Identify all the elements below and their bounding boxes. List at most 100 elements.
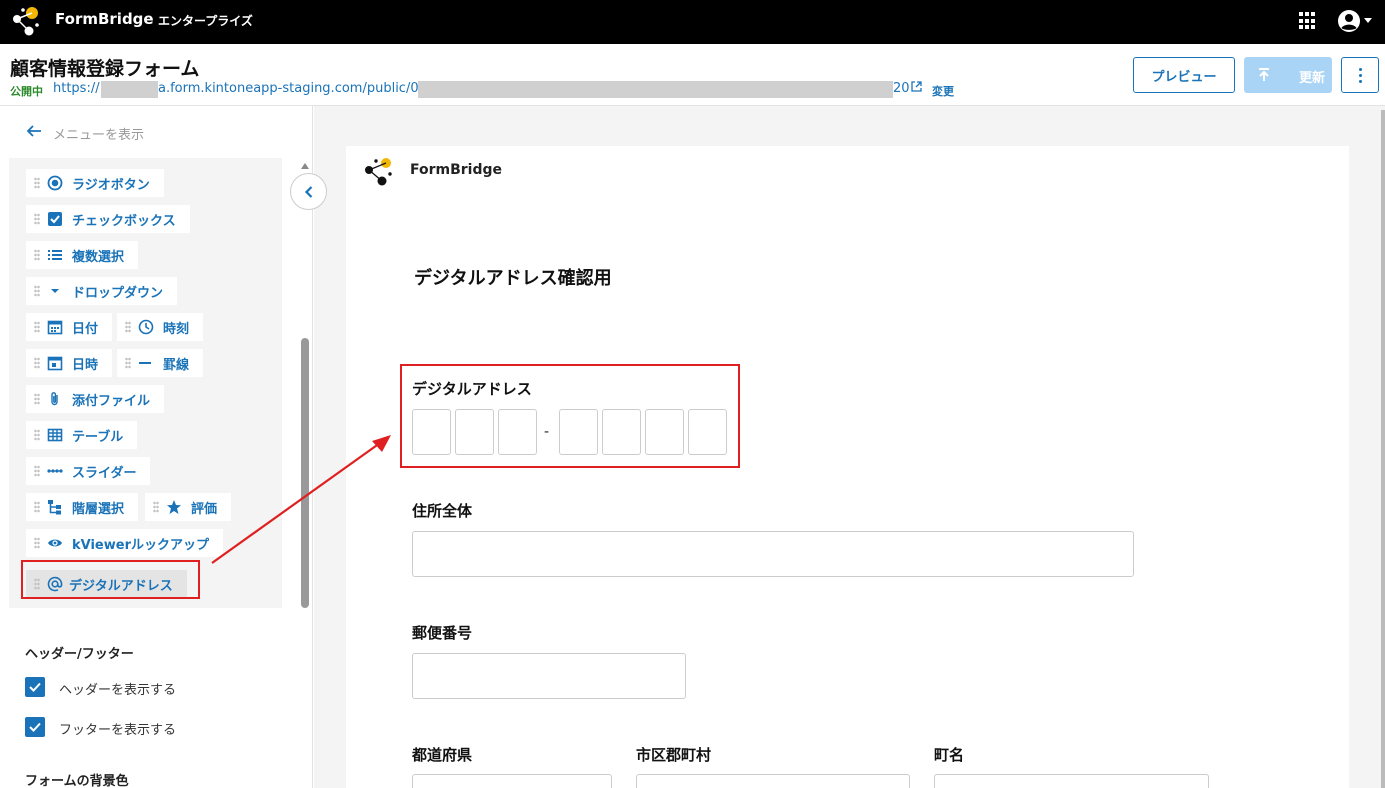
redacted-block <box>101 81 158 98</box>
field-item-label: ドロップダウン <box>72 285 164 301</box>
field-item-label: 日時 <box>72 357 99 373</box>
city-input[interactable] <box>636 774 910 788</box>
drag-handle-icon[interactable] <box>125 321 131 333</box>
edition-label: エンタープライズ <box>158 14 253 28</box>
field-item-checkbox[interactable]: チェックボックス <box>26 205 190 233</box>
slider-icon <box>47 469 63 473</box>
public-url-suffix[interactable]: 20 <box>893 81 922 96</box>
apps-grid-icon[interactable] <box>1299 12 1317 30</box>
url-suffix-text: 20 <box>893 81 910 96</box>
prefecture-label: 都道府県 <box>412 746 473 764</box>
town-label: 町名 <box>934 746 965 764</box>
external-link-icon[interactable] <box>910 81 922 92</box>
show-footer-checkbox[interactable] <box>25 717 45 737</box>
check-icon <box>29 682 41 692</box>
field-item-label: 添付ファイル <box>72 393 151 409</box>
field-item-label: 罫線 <box>163 357 190 373</box>
drag-handle-icon[interactable] <box>34 177 40 189</box>
user-account-icon[interactable] <box>1338 10 1360 32</box>
drag-handle-icon[interactable] <box>34 249 40 261</box>
field-item-rating[interactable]: 評価 <box>145 493 232 521</box>
update-button[interactable]: 更新 <box>1244 57 1332 93</box>
page-title: 顧客情報登録フォーム <box>10 58 200 80</box>
town-input[interactable] <box>934 774 1209 788</box>
table-icon <box>47 428 63 442</box>
preview-button[interactable]: プレビュー <box>1133 57 1235 93</box>
field-item-label: テーブル <box>72 429 124 445</box>
show-footer-label: フッターを表示する <box>59 723 177 738</box>
field-item-label: スライダー <box>72 465 137 481</box>
field-item-label: 評価 <box>191 501 218 517</box>
highlight-box-digital-address-field <box>400 364 740 468</box>
header-footer-heading: ヘッダー/フッター <box>25 647 134 662</box>
redacted-block <box>418 81 893 98</box>
drag-handle-icon[interactable] <box>153 501 159 513</box>
formbridge-logo-icon[interactable] <box>10 5 42 37</box>
hierarchy-icon <box>48 500 61 515</box>
drag-handle-icon[interactable] <box>34 429 40 441</box>
field-item-multi-select[interactable]: 複数選択 <box>26 241 139 269</box>
field-item-dropdown[interactable]: ドロップダウン <box>26 277 178 305</box>
form-background-heading: フォームの背景色 <box>25 774 129 788</box>
show-header-label: ヘッダーを表示する <box>59 683 177 698</box>
field-item-hierarchy[interactable]: 階層選択 <box>26 493 139 521</box>
star-icon <box>167 500 181 514</box>
prefecture-input[interactable] <box>412 774 612 788</box>
form-title: デジタルアドレス確認用 <box>414 268 612 289</box>
drag-handle-icon[interactable] <box>34 501 40 513</box>
canvas-scrollbar[interactable] <box>1381 110 1385 788</box>
formbridge-logo-icon <box>365 158 392 186</box>
update-label: 更新 <box>1299 71 1326 86</box>
drag-handle-icon[interactable] <box>34 213 40 225</box>
field-item-table[interactable]: テーブル <box>26 421 138 449</box>
drag-handle-icon[interactable] <box>125 357 131 369</box>
top-bar: FormBridge エンタープライズ <box>0 0 1385 44</box>
paperclip-icon <box>51 392 58 406</box>
status-badge: 公開中 <box>10 85 43 98</box>
postal-code-input[interactable] <box>412 653 686 699</box>
field-item-slider[interactable]: スライダー <box>26 457 151 485</box>
field-item-attachment[interactable]: 添付ファイル <box>26 385 165 413</box>
address-full-label: 住所全体 <box>412 502 473 520</box>
radio-icon <box>47 175 63 191</box>
more-options-button[interactable] <box>1341 57 1379 93</box>
calendar-icon <box>47 320 63 335</box>
drag-handle-icon[interactable] <box>34 357 40 369</box>
change-url-link[interactable]: 変更 <box>932 83 954 99</box>
user-menu-caret-icon[interactable] <box>1364 18 1372 23</box>
list-icon <box>48 250 62 260</box>
drag-handle-icon[interactable] <box>34 537 40 549</box>
check-icon <box>29 722 41 732</box>
field-item-label: 複数選択 <box>72 249 125 265</box>
upload-icon <box>1259 68 1269 81</box>
postal-code-label: 郵便番号 <box>412 624 473 642</box>
drag-handle-icon[interactable] <box>34 393 40 405</box>
calendar-event-icon <box>47 356 63 371</box>
field-item-radio[interactable]: ラジオボタン <box>26 169 164 197</box>
field-item-datetime[interactable]: 日時 <box>26 349 113 377</box>
address-full-input[interactable] <box>412 531 1134 577</box>
drag-handle-icon[interactable] <box>34 465 40 477</box>
form-header: 顧客情報登録フォーム 公開中 https:// a.form.kintoneap… <box>0 44 1385 106</box>
field-item-label: チェックボックス <box>72 213 176 229</box>
collapse-panel-button[interactable] <box>290 173 327 210</box>
highlight-box-digital-address <box>21 560 200 599</box>
field-item-horizontal-rule[interactable]: 罫線 <box>117 349 204 377</box>
field-list: ラジオボタン チェックボックス 複数選択 ドロップダウン 日付 時刻 日時 罫線… <box>9 158 282 608</box>
show-menu-link[interactable]: メニューを表示 <box>53 124 144 143</box>
drag-handle-icon[interactable] <box>34 285 40 297</box>
field-item-time[interactable]: 時刻 <box>117 313 204 341</box>
public-url-prefix[interactable]: https:// <box>53 81 100 96</box>
drag-handle-icon[interactable] <box>34 321 40 333</box>
field-item-label: ラジオボタン <box>72 177 150 193</box>
scroll-up-arrow-icon[interactable] <box>301 163 309 169</box>
public-url-middle[interactable]: a.form.kintoneapp-staging.com/public/0 <box>158 81 419 96</box>
checkbox-icon <box>48 212 62 226</box>
clock-icon <box>138 319 154 335</box>
arrow-left-icon[interactable] <box>26 124 42 138</box>
field-item-date[interactable]: 日付 <box>26 313 113 341</box>
field-item-kviewer-lookup[interactable]: kViewerルックアップ <box>26 529 223 557</box>
scrollbar-thumb[interactable] <box>301 338 309 608</box>
field-item-label: 日付 <box>72 321 99 337</box>
show-header-checkbox[interactable] <box>25 677 45 697</box>
